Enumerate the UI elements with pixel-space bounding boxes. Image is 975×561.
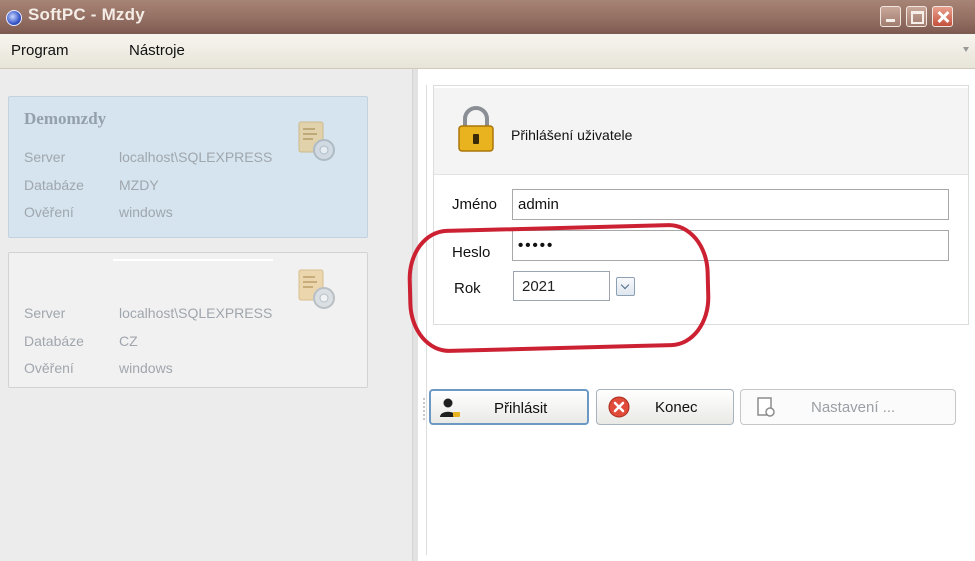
close-button[interactable] <box>932 6 953 27</box>
database-card-demomzdy[interactable]: Demomzdy Server localhost\SQLEXPRESS Dat… <box>8 96 368 238</box>
auth-value: windows <box>119 204 173 220</box>
database-title <box>113 259 273 261</box>
end-button-label: Konec <box>655 399 698 416</box>
auth-label: Ověření <box>24 360 74 376</box>
menu-tools[interactable]: Nástroje <box>129 42 185 59</box>
app-icon <box>6 10 22 26</box>
server-value: localhost\SQLEXPRESS <box>119 305 273 321</box>
database-value: CZ <box>119 333 138 349</box>
settings-button[interactable]: Nastavení ... <box>740 389 956 425</box>
server-label: Server <box>24 305 66 321</box>
title-bar: SoftPC - Mzdy <box>0 0 975 34</box>
database-label: Databáze <box>24 177 84 193</box>
login-button-label: Přihlásit <box>494 400 548 417</box>
lock-icon <box>458 106 494 152</box>
name-input[interactable]: admin <box>512 189 949 220</box>
settings-button-label: Nastavení ... <box>811 399 896 416</box>
maximize-button[interactable] <box>906 6 927 27</box>
database-label: Databáze <box>24 333 84 349</box>
password-input[interactable]: ••••• <box>512 230 949 261</box>
menu-overflow-icon[interactable] <box>963 47 969 52</box>
year-label: Rok <box>454 280 481 297</box>
database-value: MZDY <box>119 177 159 193</box>
drag-handle[interactable] <box>423 398 427 420</box>
chevron-down-icon[interactable] <box>616 277 635 296</box>
database-card-cz[interactable]: Server localhost\SQLEXPRESS Databáze CZ … <box>8 252 368 388</box>
auth-value: windows <box>119 360 173 376</box>
menu-program[interactable]: Program <box>11 42 69 59</box>
database-title: Demomzdy <box>24 109 107 128</box>
auth-label: Ověření <box>24 204 74 220</box>
settings-document-icon <box>757 397 775 417</box>
database-list: Demomzdy Server localhost\SQLEXPRESS Dat… <box>0 69 412 561</box>
password-label: Heslo <box>452 244 491 261</box>
divider <box>426 85 427 555</box>
window-title: SoftPC - Mzdy <box>28 5 145 24</box>
login-button[interactable]: Přihlásit <box>429 389 589 425</box>
year-select[interactable]: 2021 <box>513 271 610 301</box>
name-label: Jméno <box>452 196 498 213</box>
login-title: Přihlášení uživatele <box>511 127 633 143</box>
minimize-button[interactable] <box>880 6 901 27</box>
database-settings-icon <box>298 121 335 161</box>
menu-bar: Program Nástroje <box>0 34 975 69</box>
user-icon <box>440 398 460 417</box>
close-circle-icon <box>608 396 630 418</box>
database-settings-icon <box>298 269 335 309</box>
end-button[interactable]: Konec <box>596 389 734 425</box>
server-label: Server <box>24 149 66 165</box>
server-value: localhost\SQLEXPRESS <box>119 149 273 165</box>
